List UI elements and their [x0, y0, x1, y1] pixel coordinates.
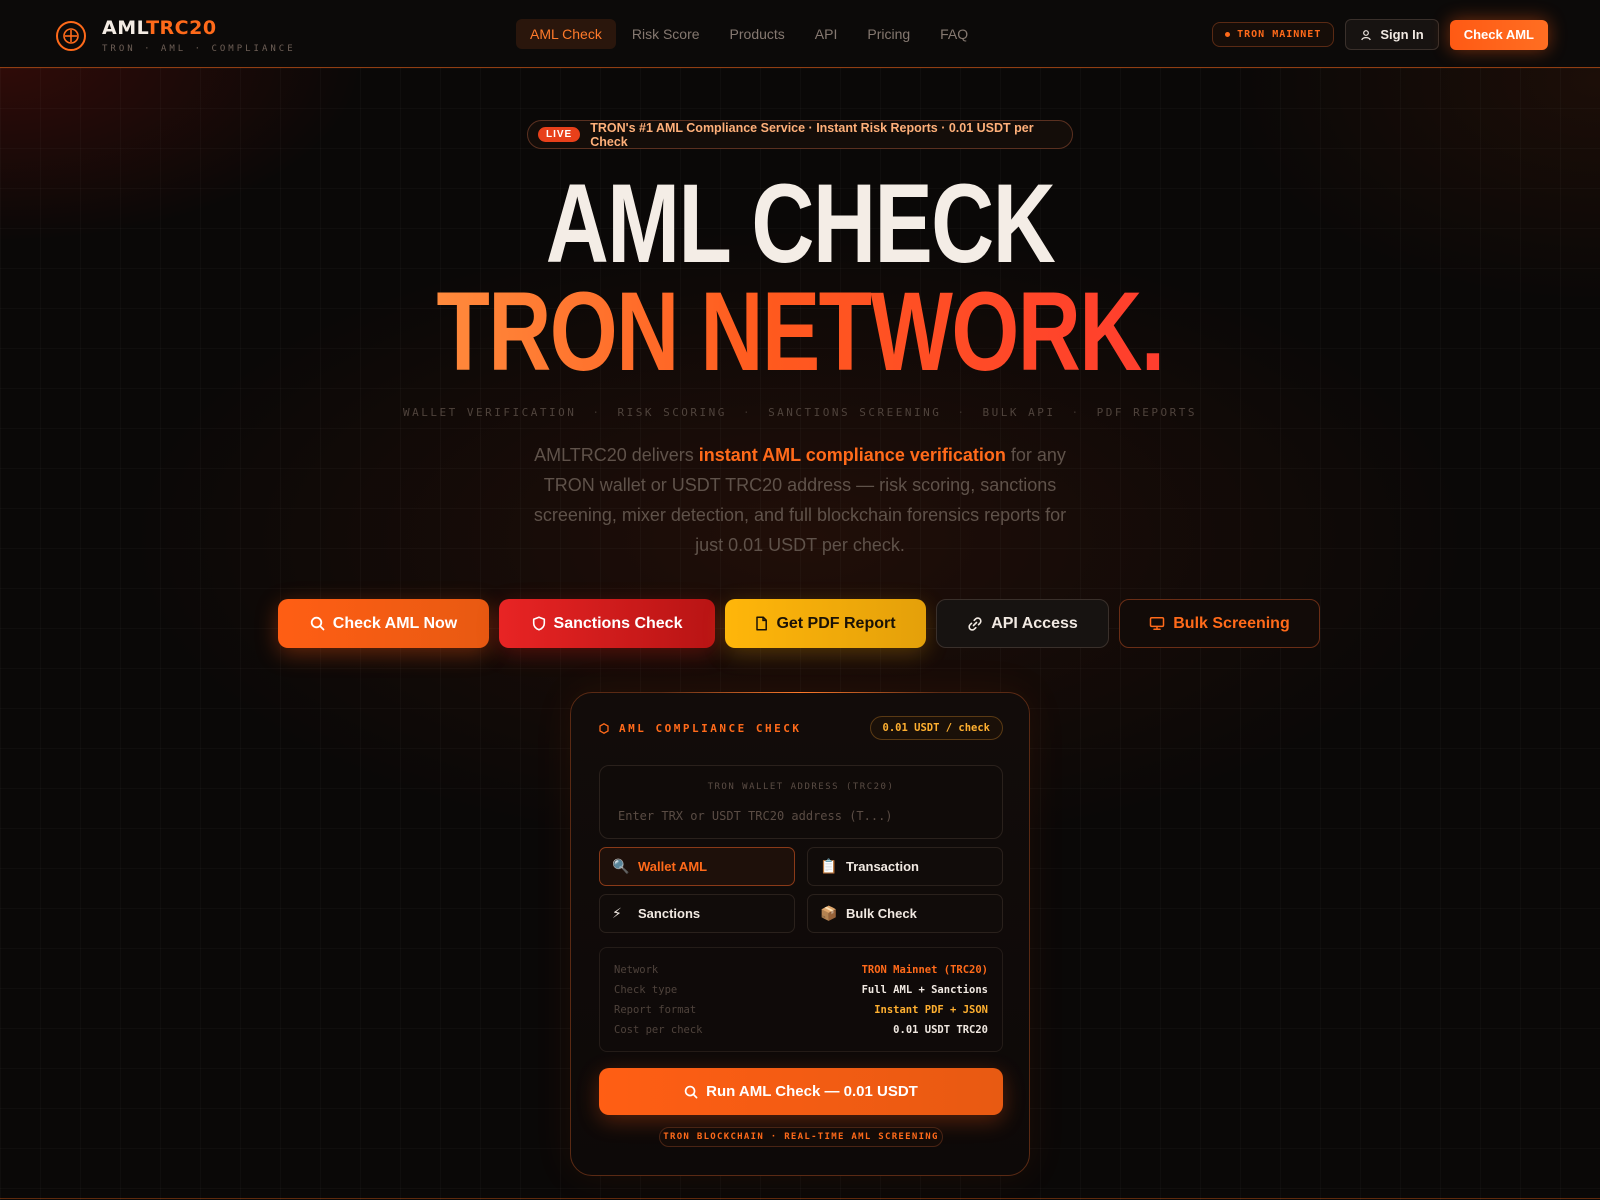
feature-tag: WALLET VERIFICATION [402, 406, 577, 419]
tag-separator: · [742, 406, 753, 419]
detail-row: Check type Full AML + Sanctions [614, 980, 988, 1000]
detail-value: 0.01 USDT TRC20 [893, 1024, 988, 1036]
card-footer-badge: TRON BLOCKCHAIN · REAL-TIME AML SCREENIN… [659, 1127, 943, 1147]
network-badge: TRON MAINNET [1212, 22, 1335, 47]
search-icon [684, 1085, 698, 1099]
shield-icon [532, 616, 546, 631]
sign-in-button[interactable]: Sign In [1345, 19, 1439, 50]
check-aml-now-label: Check AML Now [332, 614, 458, 632]
card-title: AML COMPLIANCE CHECK [599, 722, 801, 735]
compass-target-icon [56, 21, 86, 51]
check-option-label: Sanctions [638, 906, 701, 921]
user-icon [1360, 29, 1372, 41]
nav-link-faq[interactable]: FAQ [926, 19, 982, 49]
document-icon [755, 616, 768, 631]
search-icon [310, 616, 325, 631]
hero-title-line-2: TRON NETWORK. [436, 269, 1165, 394]
card-title-label: AML COMPLIANCE CHECK [619, 721, 802, 735]
nav-links: AML Check Risk Score Products API Pricing FAQ [516, 19, 984, 49]
check-option-sanctions[interactable]: ⚡ Sanctions [599, 894, 795, 933]
detail-key: Network [614, 964, 659, 976]
detail-row: Report format Instant PDF + JSON [614, 1000, 988, 1020]
detail-row: Cost per check 0.01 USDT TRC20 [614, 1020, 988, 1040]
status-dot-icon [1225, 32, 1231, 37]
brand-tagline: TRON · AML · COMPLIANCE [102, 44, 296, 54]
get-pdf-report-button[interactable]: Get PDF Report [725, 599, 926, 648]
live-badge: LIVE [538, 127, 581, 142]
nav-link-risk-score[interactable]: Risk Score [618, 19, 714, 49]
address-field-box: TRON WALLET ADDRESS (TRC20) [599, 765, 1003, 839]
check-option-bulk-check[interactable]: 📦 Bulk Check [807, 894, 1003, 933]
check-aml-nav-button[interactable]: Check AML [1449, 19, 1548, 50]
check-option-wallet-aml[interactable]: 🔍 Wallet AML [599, 847, 795, 886]
check-aml-now-button[interactable]: Check AML Now [278, 599, 489, 648]
bulk-screening-button[interactable]: Bulk Screening [1119, 599, 1320, 648]
detail-value: TRON Mainnet (TRC20) [861, 964, 988, 976]
detail-row: Network TRON Mainnet (TRC20) [614, 960, 988, 980]
detail-key: Cost per check [614, 1024, 703, 1036]
cta-button-row: Check AML Now Sanctions Check Get PDF Re… [278, 599, 1330, 648]
api-access-label: API Access [991, 614, 1078, 632]
check-type-options: 🔍 Wallet AML 📋 Transaction ⚡ Sanctions 📦 Bulk C… [599, 847, 1003, 933]
nav-link-pricing[interactable]: Pricing [853, 19, 924, 49]
clipboard-emoji-icon: 📋 [820, 858, 838, 874]
nav-link-products[interactable]: Products [716, 19, 799, 49]
feature-tags: WALLET VERIFICATION · RISK SCORING · SANCTIO… [0, 406, 1600, 419]
sanctions-check-label: Sanctions Check [553, 614, 683, 632]
check-option-label: Wallet AML [638, 859, 708, 874]
network-badge-label: TRON MAINNET [1237, 29, 1322, 40]
get-pdf-report-label: Get PDF Report [776, 614, 896, 632]
section-divider [0, 1198, 1600, 1199]
lightning-emoji-icon: ⚡ [612, 905, 622, 921]
top-navbar: AMLTRC20 TRON · AML · COMPLIANCE AML Che… [0, 0, 1600, 68]
detail-value: Instant PDF + JSON [874, 1004, 988, 1016]
hexagon-icon [599, 722, 609, 734]
bulk-screening-label: Bulk Screening [1173, 614, 1290, 632]
sign-in-label: Sign In [1380, 27, 1424, 42]
check-details-panel: Network TRON Mainnet (TRC20) Check type Ful… [599, 947, 1003, 1052]
feature-tag: BULK API [982, 406, 1056, 419]
check-option-label: Transaction [846, 859, 919, 874]
price-badge: 0.01 USDT / check [869, 716, 1003, 740]
nav-link-aml-check[interactable]: AML Check [516, 19, 616, 49]
package-emoji-icon: 📦 [820, 905, 838, 921]
hero-title-line-1: AML CHECK [545, 161, 1056, 286]
detail-value: Full AML + Sanctions [861, 984, 988, 996]
detail-key: Check type [614, 984, 678, 996]
nav-link-api[interactable]: API [801, 19, 852, 49]
feature-tag: SANCTIONS SCREENING [768, 406, 942, 419]
address-field-label: TRON WALLET ADDRESS (TRC20) [707, 782, 895, 792]
check-option-label: Bulk Check [846, 906, 917, 921]
tag-separator: · [592, 406, 602, 419]
hero-description: AMLTRC20 delivers instant AML compliance… [533, 445, 1067, 555]
feature-tag: PDF REPORTS [1096, 406, 1197, 419]
aml-check-card: AML COMPLIANCE CHECK 0.01 USDT / check T… [570, 692, 1030, 1176]
check-option-transaction[interactable]: 📋 Transaction [807, 847, 1003, 886]
run-aml-check-label: Run AML Check — 0.01 USDT [706, 1083, 918, 1100]
monitor-icon [1149, 616, 1165, 631]
wallet-address-input[interactable] [618, 806, 986, 826]
tag-separator: · [957, 406, 967, 419]
brand-logo[interactable]: AMLTRC20 TRON · AML · COMPLIANCE [56, 18, 296, 54]
magnifier-emoji-icon: 🔍 [612, 858, 630, 874]
run-aml-check-button[interactable]: Run AML Check — 0.01 USDT [599, 1068, 1003, 1115]
feature-tag: RISK SCORING [617, 406, 727, 419]
hero-description-highlight: instant AML compliance verification [698, 445, 1006, 465]
tag-separator: · [1071, 406, 1081, 419]
detail-key: Report format [614, 1004, 697, 1016]
live-announcement-text: TRON's #1 AML Compliance Service · Insta… [590, 120, 1034, 149]
brand-name: AMLTRC20 [102, 17, 217, 39]
api-access-button[interactable]: API Access [936, 599, 1109, 648]
live-announcement-banner: LIVE TRON's #1 AML Compliance Service · … [527, 120, 1073, 149]
sanctions-check-button[interactable]: Sanctions Check [499, 599, 715, 648]
link-icon [967, 616, 983, 632]
